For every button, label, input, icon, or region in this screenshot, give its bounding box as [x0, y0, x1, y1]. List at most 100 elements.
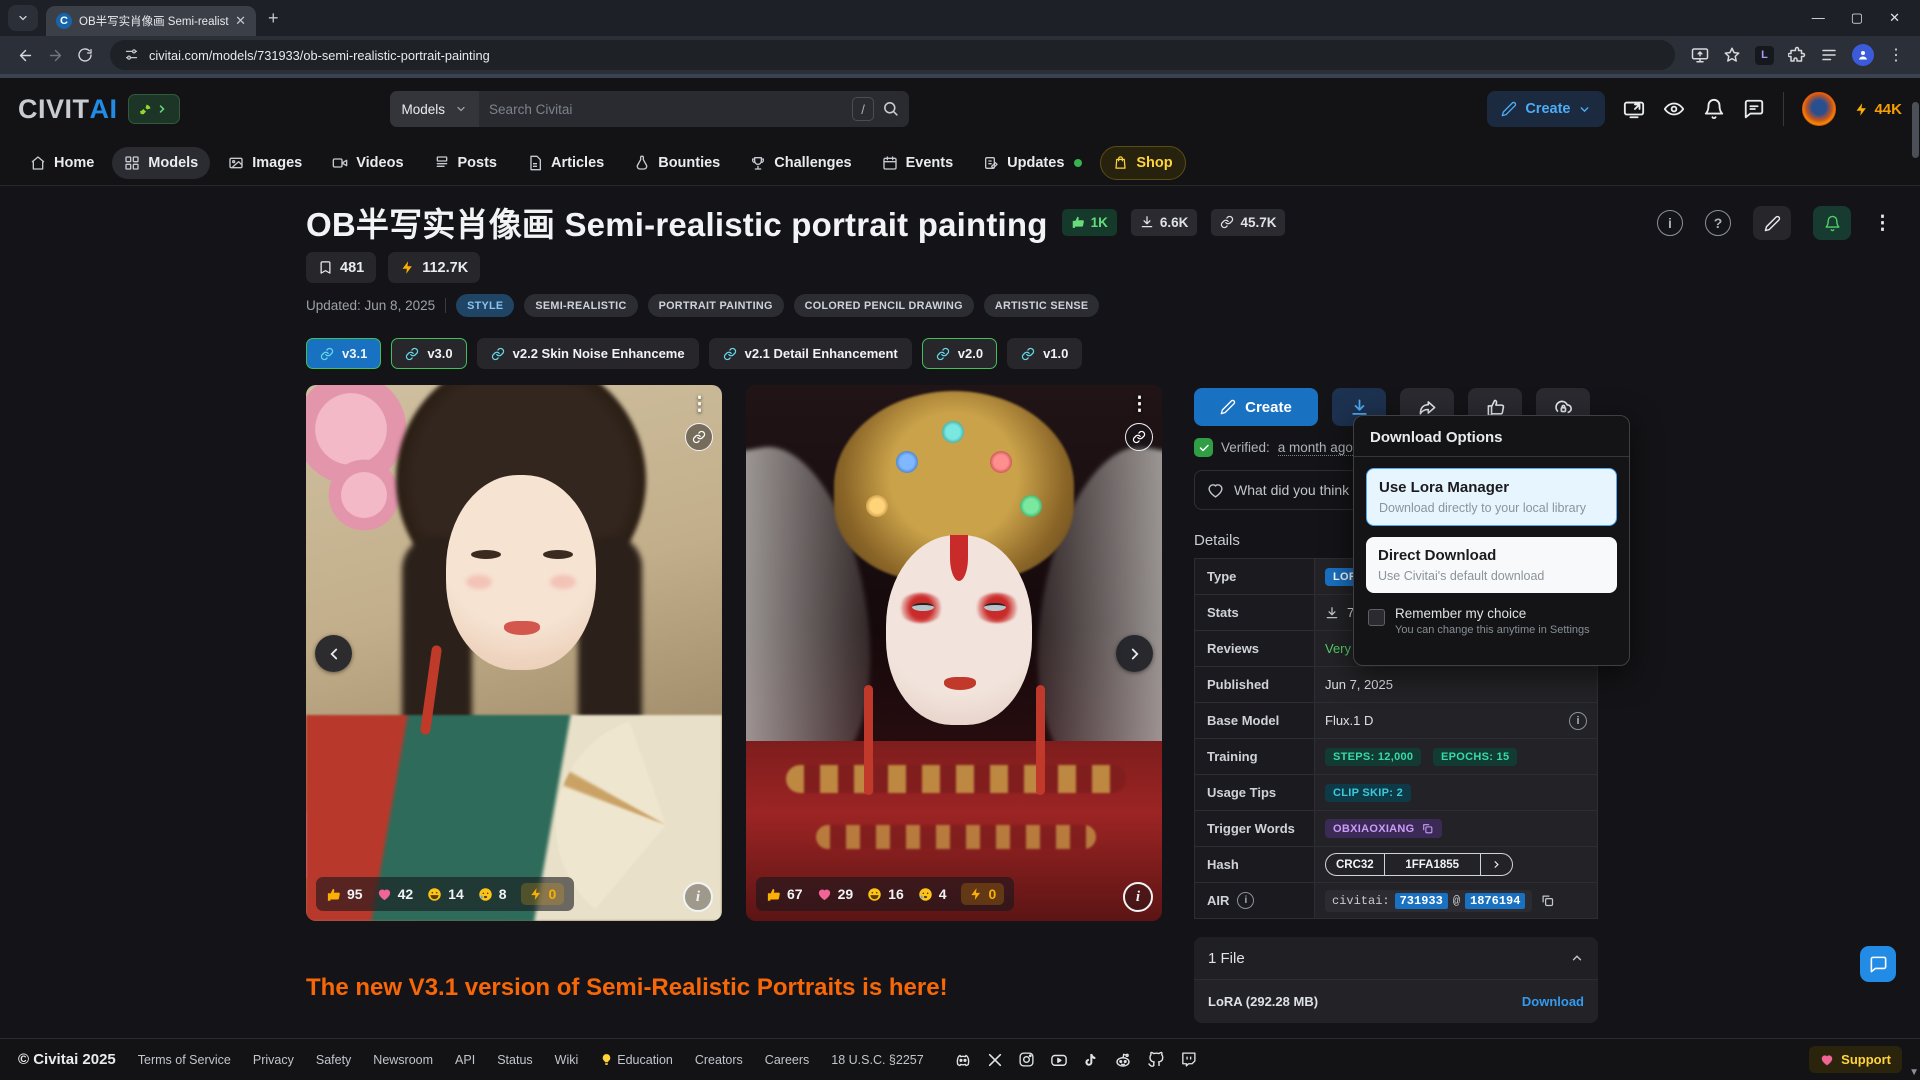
image-menu-kebab-icon[interactable]: ⋮	[690, 393, 710, 416]
tab-search-chevron-icon[interactable]	[8, 5, 38, 31]
twitch-icon[interactable]	[1180, 1051, 1197, 1068]
tag-portrait-painting[interactable]: PORTRAIT PAINTING	[648, 294, 784, 317]
search-icon[interactable]	[882, 100, 899, 118]
gallery-image-card-1[interactable]: ⋮ 95 42 14 8	[306, 385, 722, 921]
nav-item-events[interactable]: Events	[870, 147, 966, 179]
supporter-upgrade-button[interactable]	[128, 94, 180, 124]
image-info-button[interactable]: i	[1123, 882, 1153, 912]
forward-button[interactable]	[40, 40, 70, 70]
bookmark-star-icon[interactable]	[1723, 46, 1741, 64]
new-tab-button[interactable]: +	[268, 8, 279, 29]
base-model-value[interactable]: Flux.1 D	[1325, 713, 1373, 728]
address-bar[interactable]: civitai.com/models/731933/ob-semi-realis…	[110, 40, 1675, 70]
footer-link-api[interactable]: API	[455, 1053, 475, 1067]
air-info-icon[interactable]: i	[1237, 892, 1254, 909]
version-v3-0[interactable]: v3.0	[391, 338, 466, 369]
create-with-model-button[interactable]: Create	[1194, 388, 1318, 426]
instagram-icon[interactable]	[1018, 1051, 1035, 1068]
version-v2-2[interactable]: v2.2 Skin Noise Enhanceme	[477, 338, 699, 369]
window-maximize-icon[interactable]: ▢	[1851, 10, 1863, 26]
trigger-word-badge[interactable]: OBXIAOXIANG	[1325, 819, 1442, 838]
tiktok-icon[interactable]	[1083, 1052, 1099, 1068]
reaction-laugh[interactable]: 14	[427, 886, 464, 902]
chevron-up-icon[interactable]	[1570, 951, 1584, 965]
reaction-cry[interactable]: 4	[918, 886, 947, 902]
option-direct-download[interactable]: Direct Download Use Civitai's default do…	[1366, 537, 1617, 593]
bookmarks-badge[interactable]: 481	[306, 252, 376, 283]
reload-button[interactable]	[70, 40, 100, 70]
file-download-link[interactable]: Download	[1522, 994, 1584, 1009]
scrollbar-down-arrow[interactable]: ▼	[1909, 1067, 1919, 1078]
tag-colored-pencil[interactable]: COLORED PENCIL DRAWING	[794, 294, 974, 317]
tab-close-icon[interactable]: ✕	[235, 13, 246, 29]
site-settings-icon[interactable]	[124, 46, 139, 64]
chat-fab-button[interactable]	[1860, 946, 1896, 982]
hash-next-chevron-icon[interactable]	[1480, 854, 1512, 875]
remix-brush-button[interactable]	[1753, 206, 1791, 240]
image-menu-kebab-icon[interactable]: ⋮	[1130, 393, 1150, 416]
version-v1-0[interactable]: v1.0	[1007, 338, 1082, 369]
search-input[interactable]: Search Civitai /	[479, 91, 909, 127]
nav-item-models[interactable]: Models	[112, 147, 210, 179]
model-help-icon[interactable]: ?	[1705, 210, 1731, 236]
footer-link-privacy[interactable]: Privacy	[253, 1053, 294, 1067]
window-close-icon[interactable]: ✕	[1889, 10, 1900, 26]
footer-link-safety[interactable]: Safety	[316, 1053, 351, 1067]
footer-link-wiki[interactable]: Wiki	[555, 1053, 579, 1067]
carousel-prev-button[interactable]	[315, 635, 352, 672]
reddit-icon[interactable]	[1114, 1051, 1132, 1069]
footer-link-creators[interactable]: Creators	[695, 1053, 743, 1067]
nav-item-shop[interactable]: Shop	[1100, 146, 1185, 180]
notifications-bell-icon[interactable]	[1703, 98, 1725, 120]
follow-bell-button[interactable]	[1813, 206, 1851, 240]
reaction-laugh[interactable]: 16	[867, 886, 904, 902]
version-v2-0[interactable]: v2.0	[922, 338, 997, 369]
header-create-button[interactable]: Create	[1487, 91, 1605, 127]
base-model-info-icon[interactable]: i	[1569, 712, 1587, 730]
image-link-button[interactable]	[685, 423, 713, 451]
copy-icon[interactable]	[1540, 893, 1555, 908]
image-link-button[interactable]	[1125, 423, 1153, 451]
reaction-buzz[interactable]: 0	[521, 883, 565, 905]
browsing-level-eye-icon[interactable]	[1663, 98, 1685, 120]
reading-list-icon[interactable]	[1820, 46, 1838, 64]
footer-link-education[interactable]: Education	[600, 1053, 673, 1067]
gallery-image-card-2[interactable]: ⋮ 67 29 16 4	[746, 385, 1162, 921]
buzz-balance[interactable]: 44K	[1854, 101, 1902, 118]
back-button[interactable]	[10, 40, 40, 70]
hash-selector[interactable]: CRC32 1FFA1855	[1325, 853, 1513, 876]
image-info-button[interactable]: i	[683, 882, 713, 912]
browser-profile-avatar[interactable]	[1852, 44, 1874, 66]
model-menu-kebab-icon[interactable]: ⋮	[1873, 212, 1892, 235]
nav-item-articles[interactable]: Articles	[515, 147, 616, 179]
buzz-tip-badge[interactable]: 112.7K	[388, 252, 480, 283]
nav-item-images[interactable]: Images	[216, 147, 314, 179]
remember-choice-checkbox[interactable]	[1368, 609, 1385, 626]
civitai-logo[interactable]: CIVITAI	[18, 94, 118, 125]
chat-icon[interactable]	[1743, 98, 1765, 120]
browser-menu-kebab-icon[interactable]: ⋮	[1888, 45, 1904, 65]
footer-link-newsroom[interactable]: Newsroom	[373, 1053, 433, 1067]
window-minimize-icon[interactable]: —	[1812, 10, 1825, 26]
nav-item-bounties[interactable]: Bounties	[622, 147, 732, 179]
nav-item-home[interactable]: Home	[18, 147, 106, 179]
tag-style[interactable]: STYLE	[456, 294, 514, 317]
send-to-device-icon[interactable]	[1691, 46, 1709, 64]
search-category-select[interactable]: Models	[390, 91, 480, 127]
footer-link-careers[interactable]: Careers	[765, 1053, 809, 1067]
footer-link-terms[interactable]: Terms of Service	[138, 1053, 231, 1067]
browser-tab[interactable]: C OB半写实肖像画 Semi-realisti ✕	[46, 6, 256, 36]
nav-item-updates[interactable]: Updates	[971, 147, 1094, 179]
tag-artistic-sense[interactable]: ARTISTIC SENSE	[984, 294, 1100, 317]
user-avatar[interactable]	[1802, 92, 1836, 126]
copy-icon[interactable]	[1421, 822, 1434, 835]
option-use-lora-manager[interactable]: Use Lora Manager Download directly to yo…	[1366, 468, 1617, 526]
discord-icon[interactable]	[954, 1051, 972, 1069]
generation-queue-icon[interactable]	[1623, 98, 1645, 120]
version-v3-1[interactable]: v3.1	[306, 338, 381, 369]
footer-link-status[interactable]: Status	[497, 1053, 532, 1067]
nav-item-posts[interactable]: Posts	[422, 147, 510, 179]
reaction-buzz[interactable]: 0	[961, 883, 1005, 905]
reaction-like[interactable]: 67	[766, 886, 803, 902]
footer-link-2257[interactable]: 18 U.S.C. §2257	[831, 1053, 923, 1067]
